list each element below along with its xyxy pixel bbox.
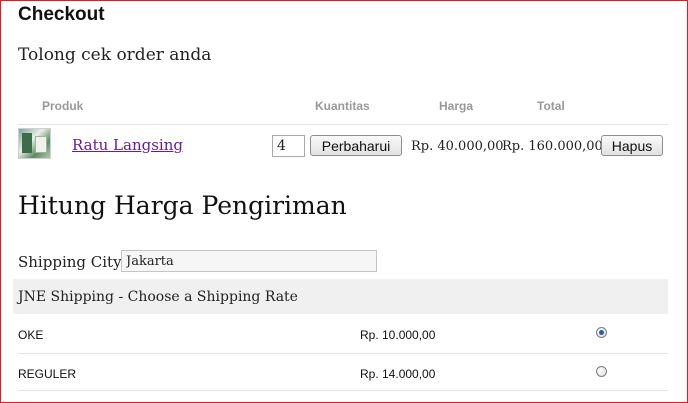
rate-name-oke: OKE: [18, 328, 44, 342]
quantity-input[interactable]: [272, 135, 305, 157]
page-title: Checkout: [18, 4, 105, 25]
item-price: Rp. 40.000,00: [411, 139, 504, 154]
update-button[interactable]: Perbaharui: [310, 135, 402, 156]
rate-price-oke: Rp. 10.000,00: [360, 328, 436, 342]
header-product: Produk: [42, 99, 84, 113]
shipping-city-input[interactable]: [121, 250, 377, 272]
rate-price-reguler: Rp. 14.000,00: [360, 367, 436, 381]
checkout-frame: Checkout Tolong cek order anda Produk Ku…: [0, 0, 688, 403]
item-total: Rp. 160.000,00: [502, 139, 603, 154]
page-subtitle: Tolong cek order anda: [18, 45, 212, 65]
rate-name-reguler: REGULER: [18, 367, 77, 381]
rate-radio-reguler[interactable]: [596, 366, 607, 377]
shipping-city-label: Shipping City:: [18, 253, 127, 271]
rate-header: JNE Shipping - Choose a Shipping Rate: [13, 279, 668, 314]
remove-button[interactable]: Hapus: [601, 135, 663, 156]
rate-divider-bottom: [18, 390, 668, 391]
header-quantity: Kuantitas: [315, 99, 370, 113]
header-total: Total: [537, 99, 565, 113]
header-price: Harga: [439, 99, 474, 113]
product-pack-icon: [35, 136, 47, 153]
rate-header-label: JNE Shipping - Choose a Shipping Rate: [18, 289, 298, 305]
product-box-icon: [22, 133, 32, 153]
rate-divider: [18, 353, 668, 354]
rate-radio-oke[interactable]: [596, 327, 607, 338]
table-divider: [18, 124, 668, 125]
product-thumbnail: [18, 128, 51, 159]
shipping-title: Hitung Harga Pengiriman: [18, 191, 347, 220]
product-link[interactable]: Ratu Langsing: [72, 136, 183, 154]
